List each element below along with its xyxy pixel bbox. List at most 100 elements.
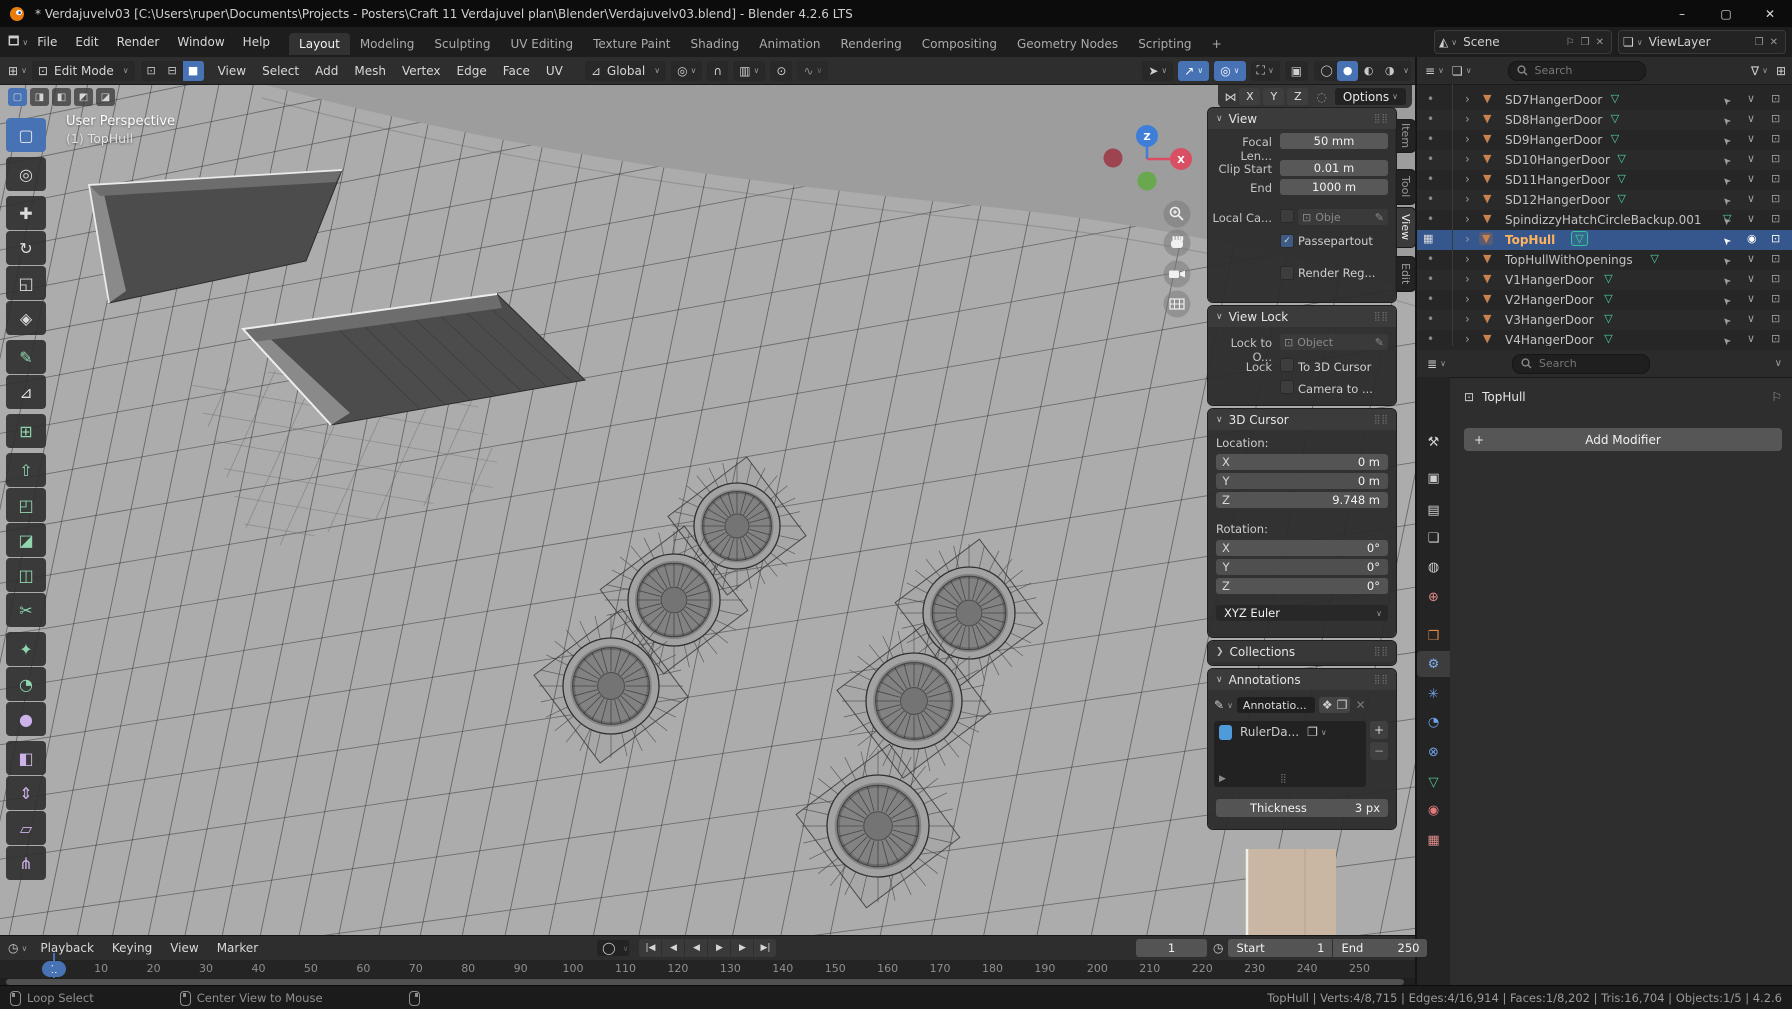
- view-panel-header[interactable]: ∨View⣿⣿: [1208, 108, 1396, 129]
- cursor-rotation-z-field[interactable]: Z0°: [1216, 578, 1388, 594]
- filter-funnel-icon[interactable]: ∇: [1751, 64, 1759, 78]
- selectable-pointer-icon[interactable]: ➤: [1720, 194, 1734, 208]
- tool-move[interactable]: ✚: [6, 196, 46, 230]
- chevron-down-icon[interactable]: ∨: [1775, 358, 1782, 369]
- collections-panel[interactable]: ❯Collections⣿⣿: [1208, 641, 1396, 665]
- tool-select-box[interactable]: ▢: [6, 118, 46, 152]
- select-intersect-button[interactable]: ◪: [96, 88, 115, 106]
- mirror-x-button[interactable]: X: [1239, 88, 1260, 105]
- timeline-menu-marker[interactable]: Marker: [217, 941, 258, 955]
- pivot-point-dropdown[interactable]: ◎∨: [671, 61, 702, 81]
- selectable-pointer-icon[interactable]: ➤: [1720, 214, 1734, 228]
- eyedropper-icon[interactable]: ✎: [1375, 336, 1384, 349]
- n-panel-tab-view[interactable]: View: [1396, 208, 1415, 247]
- selectable-pointer-icon[interactable]: ➤: [1720, 114, 1734, 128]
- timeline-editor-icon[interactable]: ◷: [8, 941, 18, 955]
- add-layer-button[interactable]: +: [1370, 721, 1388, 739]
- transform-orientation-dropdown[interactable]: ⊿ Global ∨: [585, 61, 666, 81]
- selectable-pointer-icon[interactable]: ➤: [1720, 294, 1734, 308]
- disable-in-renders-icon[interactable]: ⊡: [1771, 252, 1780, 265]
- object-name[interactable]: V3HangerDoor: [1505, 313, 1594, 327]
- disable-in-renders-icon[interactable]: ⊡: [1771, 192, 1780, 205]
- focal-length-field[interactable]: 50 mm: [1280, 133, 1388, 149]
- object-name[interactable]: SD8HangerDoor: [1505, 113, 1602, 127]
- tool-extrude-region[interactable]: ⇧: [6, 453, 46, 487]
- resize-grip[interactable]: ⣿: [1280, 774, 1288, 784]
- frame-start-field[interactable]: Start1: [1228, 939, 1332, 957]
- tool-smooth[interactable]: ●: [6, 702, 46, 736]
- display-mode-icon[interactable]: ≡: [1425, 64, 1435, 78]
- onion-skin-icon[interactable]: ❐: [1307, 725, 1318, 739]
- workspace-tab-sculpting[interactable]: Sculpting: [424, 33, 500, 55]
- outliner-row-sd9hangerdoor[interactable]: •›▼SD9HangerDoor▽➤∨⊡: [1417, 130, 1792, 150]
- expand-chevron-icon[interactable]: ›: [1465, 212, 1470, 226]
- hide-in-viewport-icon[interactable]: ∨: [1747, 172, 1755, 185]
- selectable-pointer-icon[interactable]: ➤: [1720, 314, 1734, 328]
- new-collection-icon[interactable]: ⊞: [1776, 64, 1786, 78]
- hide-in-viewport-icon[interactable]: ∨: [1747, 132, 1755, 145]
- prev-keyframe-button[interactable]: ◀: [662, 939, 684, 957]
- disable-in-renders-icon[interactable]: ⊡: [1771, 292, 1780, 305]
- properties-tab-tool[interactable]: ⚒: [1417, 429, 1450, 455]
- tool-knife[interactable]: ✂: [6, 593, 46, 627]
- menu-file[interactable]: File: [28, 32, 66, 52]
- tool-poly-build[interactable]: ✦: [6, 632, 46, 666]
- selectable-pointer-icon[interactable]: ➤: [1720, 274, 1734, 288]
- camera-to-view-checkbox[interactable]: [1280, 380, 1294, 394]
- selectable-pointer-icon[interactable]: ➤: [1720, 154, 1734, 168]
- workspace-tab-modeling[interactable]: Modeling: [350, 33, 425, 55]
- mode-dropdown[interactable]: ⊡ Edit Mode ∨: [32, 61, 135, 81]
- lock-to-3d-cursor-checkbox[interactable]: [1280, 358, 1294, 372]
- properties-tab-physics[interactable]: ◔: [1417, 709, 1450, 735]
- properties-tab-texture[interactable]: ▦: [1417, 827, 1450, 853]
- mirror-y-button[interactable]: Y: [1263, 88, 1284, 105]
- disable-in-renders-icon[interactable]: ⊡: [1771, 332, 1780, 345]
- tool-shear[interactable]: ▱: [6, 811, 46, 845]
- hide-in-viewport-icon[interactable]: ∨: [1747, 152, 1755, 165]
- close-icon[interactable]: ✕: [1770, 37, 1778, 48]
- outliner-row-sd8hangerdoor[interactable]: •›▼SD8HangerDoor▽➤∨⊡: [1417, 110, 1792, 130]
- menu-window[interactable]: Window: [168, 32, 233, 52]
- viewport-menu-uv[interactable]: UV: [546, 64, 563, 78]
- hide-in-viewport-icon[interactable]: ∨: [1747, 252, 1755, 265]
- tool-spin[interactable]: ◔: [6, 667, 46, 701]
- n-panel-tab-item[interactable]: Item: [1396, 120, 1415, 152]
- tool-rotate[interactable]: ↻: [6, 231, 46, 265]
- add-modifier-button[interactable]: + Add Modifier: [1464, 428, 1782, 451]
- tool-scale[interactable]: ◱: [6, 266, 46, 300]
- select-subtract-button[interactable]: ◧: [52, 88, 71, 106]
- selectable-pointer-icon[interactable]: ➤: [1720, 174, 1734, 188]
- disable-in-renders-icon[interactable]: ⊡: [1771, 312, 1780, 325]
- tool-annotate[interactable]: ✎: [6, 340, 46, 374]
- hide-in-viewport-icon[interactable]: ∨: [1747, 292, 1755, 305]
- tool-bevel[interactable]: ◪: [6, 523, 46, 557]
- object-name[interactable]: SD12HangerDoor: [1505, 193, 1610, 207]
- expand-chevron-icon[interactable]: ›: [1465, 92, 1470, 106]
- workspace-tab-layout[interactable]: Layout: [289, 33, 350, 55]
- lock-to-object-field[interactable]: ⊡ Object ✎: [1280, 334, 1388, 350]
- selectable-pointer-icon[interactable]: ➤: [1720, 334, 1734, 346]
- workspace-tab-shading[interactable]: Shading: [681, 33, 750, 55]
- expand-chevron-icon[interactable]: ›: [1465, 292, 1470, 306]
- expand-chevron-icon[interactable]: ›: [1465, 152, 1470, 166]
- xray-dropdown[interactable]: ⛶∨: [1251, 61, 1280, 81]
- snap-toggle[interactable]: ∩: [707, 61, 728, 81]
- hide-in-viewport-icon[interactable]: ∨: [1747, 312, 1755, 325]
- properties-tab-modifiers[interactable]: ⚙: [1417, 651, 1450, 677]
- tool-cursor[interactable]: ◎: [6, 157, 46, 191]
- tool-measure[interactable]: ⊿: [6, 375, 46, 409]
- tool-loop-cut[interactable]: ◫: [6, 558, 46, 592]
- outliner-row-v3hangerdoor[interactable]: •›▼V3HangerDoor▽➤∨⊡: [1417, 310, 1792, 330]
- layer-color-swatch[interactable]: [1219, 725, 1232, 740]
- hide-in-viewport-icon[interactable]: ∨: [1747, 212, 1755, 225]
- cursor-panel-header[interactable]: ∨3D Cursor⣿⣿: [1208, 409, 1396, 430]
- n-panel-tab-tool[interactable]: Tool: [1396, 170, 1415, 204]
- object-name[interactable]: V2HangerDoor: [1505, 293, 1594, 307]
- view-lock-header[interactable]: ∨View Lock⣿⣿: [1208, 306, 1396, 327]
- cursor-location-z-field[interactable]: Z9.748 m: [1216, 492, 1388, 508]
- material-preview-button[interactable]: ◐: [1358, 61, 1379, 81]
- selectable-pointer-icon[interactable]: ➤: [1720, 234, 1734, 248]
- workspace-tab-geometry-nodes[interactable]: Geometry Nodes: [1007, 33, 1128, 55]
- selectable-pointer-icon[interactable]: ➤: [1720, 94, 1734, 108]
- menu-render[interactable]: Render: [108, 32, 169, 52]
